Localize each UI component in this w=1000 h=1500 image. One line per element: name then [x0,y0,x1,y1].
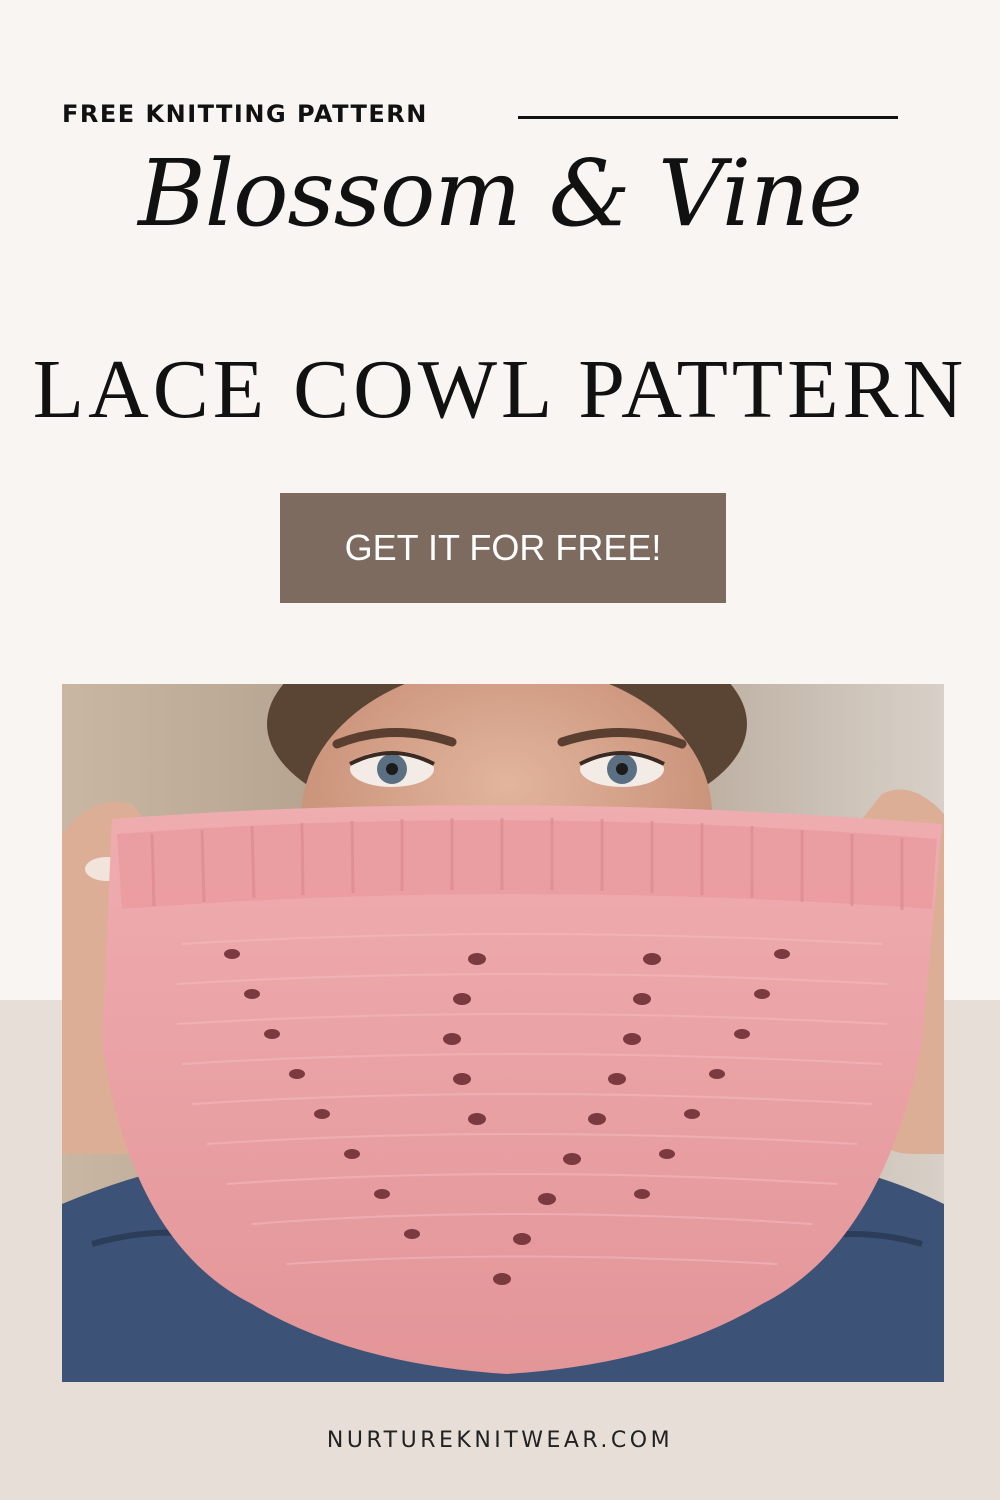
script-title: Blossom & Vine [138,140,863,247]
page-title: LACE COWL PATTERN [32,343,968,436]
get-free-button[interactable]: GET IT FOR FREE! [280,493,726,603]
hero-photo[interactable] [62,684,944,1382]
kicker-divider [518,116,898,119]
site-url[interactable]: NURTUREKNITWEAR.COM [0,1428,1000,1453]
kicker-label: FREE KNITTING PATTERN [62,100,428,128]
photo-illustration [62,684,944,1382]
